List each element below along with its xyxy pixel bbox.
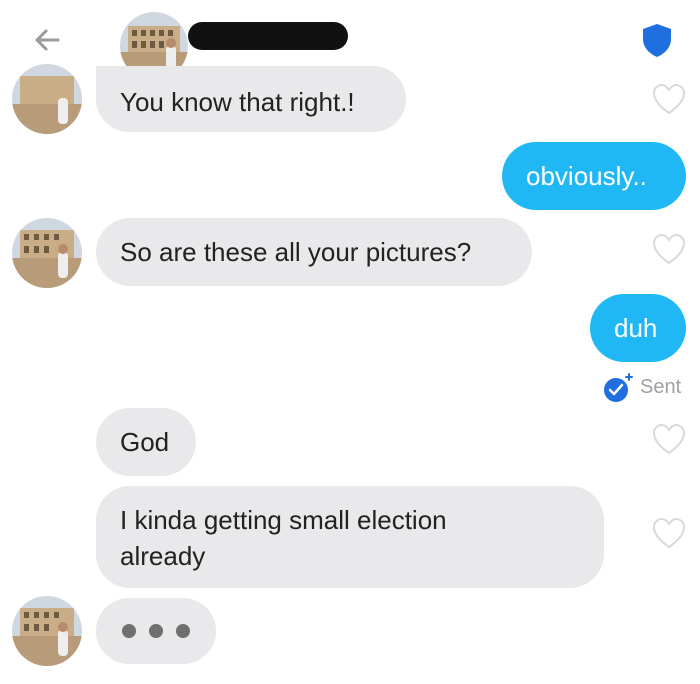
heart-icon[interactable] bbox=[652, 518, 686, 550]
contact-avatar[interactable] bbox=[12, 596, 82, 666]
typing-indicator bbox=[96, 598, 216, 664]
typing-dot bbox=[122, 624, 136, 638]
back-arrow-icon[interactable] bbox=[28, 20, 68, 60]
typing-dot bbox=[149, 624, 163, 638]
incoming-message[interactable]: So are these all your pictures? bbox=[96, 218, 532, 286]
contact-avatar[interactable] bbox=[12, 64, 82, 134]
typing-dot bbox=[176, 624, 190, 638]
contact-avatar[interactable] bbox=[12, 218, 82, 288]
incoming-message[interactable]: I kinda getting small election already bbox=[96, 486, 604, 588]
outgoing-message[interactable]: obviously.. bbox=[502, 142, 686, 210]
outgoing-message[interactable]: duh bbox=[590, 294, 686, 362]
incoming-message[interactable]: You know that right.! bbox=[96, 66, 406, 132]
redacted-contact-name bbox=[188, 22, 348, 50]
status-label: Sent bbox=[640, 376, 682, 398]
heart-icon[interactable] bbox=[652, 234, 686, 266]
check-badge-icon bbox=[604, 373, 633, 402]
incoming-message[interactable]: God bbox=[96, 408, 196, 476]
heart-icon[interactable] bbox=[652, 424, 686, 456]
heart-icon[interactable] bbox=[652, 84, 686, 116]
shield-icon[interactable] bbox=[640, 22, 674, 58]
